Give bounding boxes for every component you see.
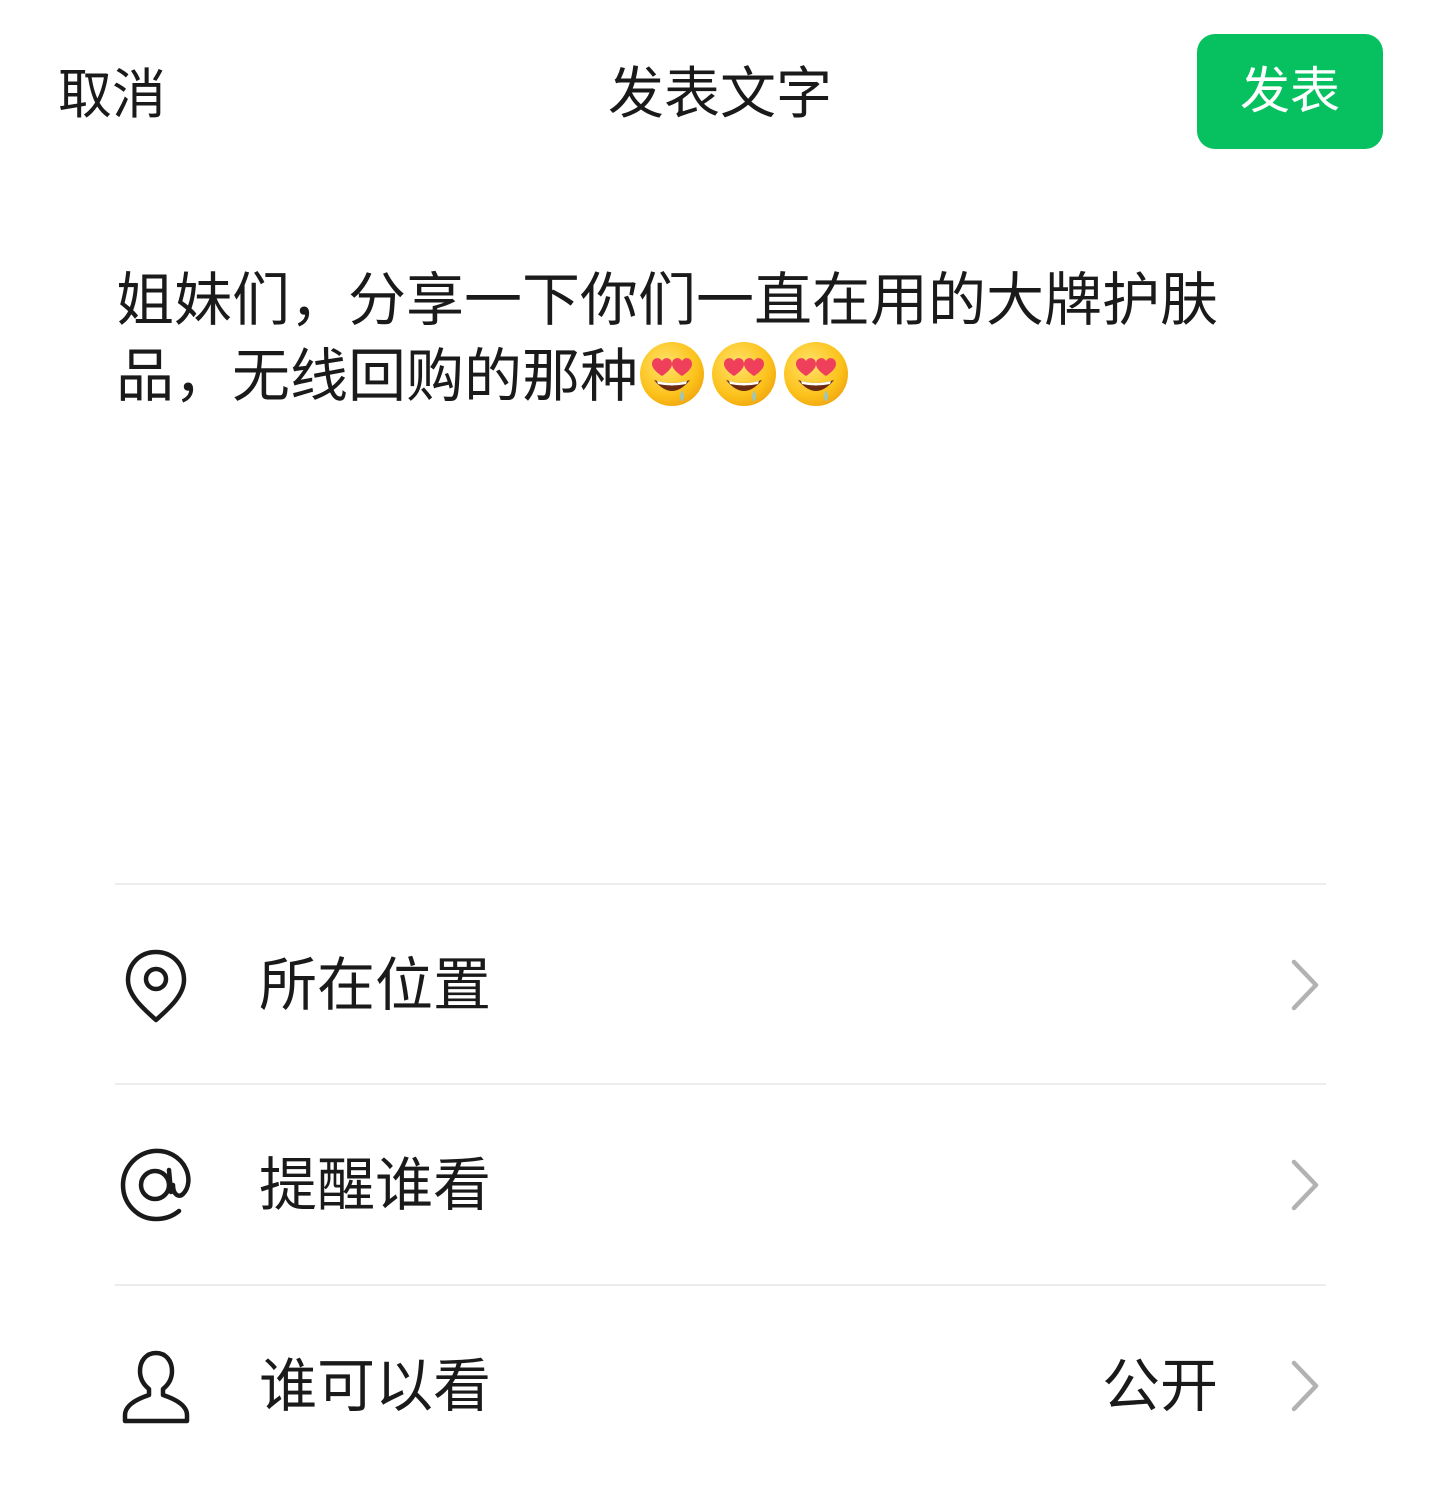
option-label: 所在位置 xyxy=(259,951,492,1019)
at-sign-icon xyxy=(120,1148,191,1222)
post-text-area[interactable]: 姐妹们，分享一下你们一直在用的大牌护肤品，无线回购的那种 xyxy=(116,262,1326,414)
smiling-face-with-heart-eyes-icon xyxy=(640,342,705,406)
chevron-right-icon xyxy=(1291,959,1319,1011)
divider xyxy=(115,883,1326,885)
divider xyxy=(115,1083,1326,1085)
chevron-right-icon xyxy=(1291,1360,1319,1412)
option-mention[interactable]: 提醒谁看 xyxy=(115,1086,1326,1284)
option-location[interactable]: 所在位置 xyxy=(115,886,1326,1084)
option-label: 谁可以看 xyxy=(259,1352,492,1420)
cancel-button[interactable]: 取消 xyxy=(58,58,166,132)
top-bar: 取消 发表文字 发表 xyxy=(0,0,1440,185)
option-label: 提醒谁看 xyxy=(259,1151,492,1219)
smiling-face-with-heart-eyes-icon xyxy=(712,342,777,406)
emoji-group xyxy=(638,342,854,410)
visibility-value: 公开 xyxy=(1101,1352,1218,1420)
person-icon xyxy=(122,1350,190,1424)
option-visibility[interactable]: 谁可以看 公开 xyxy=(115,1287,1326,1485)
smiling-face-with-heart-eyes-icon xyxy=(784,342,849,406)
location-pin-icon xyxy=(125,949,187,1023)
divider xyxy=(115,1284,1326,1286)
chevron-right-icon xyxy=(1291,1159,1319,1211)
publish-button[interactable]: 发表 xyxy=(1197,34,1383,149)
